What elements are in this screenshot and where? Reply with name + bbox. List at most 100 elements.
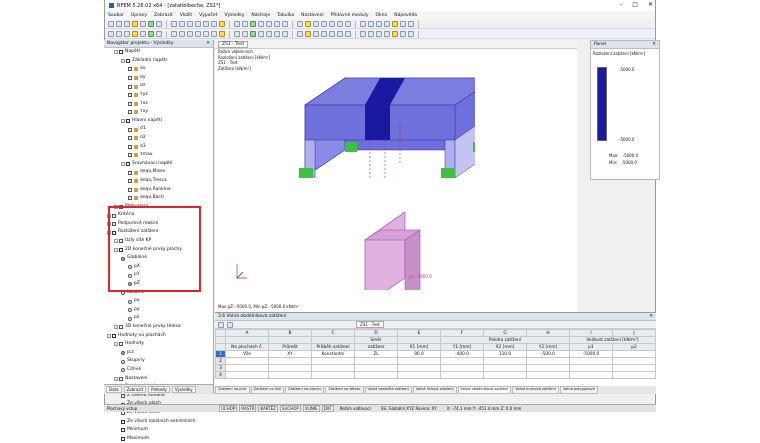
tree-item[interactable]: Ze všech lokálních extrémních [104, 418, 213, 427]
toolbar-button-icon[interactable] [321, 21, 327, 27]
navigator-tab[interactable]: Pohledy [148, 386, 170, 393]
toolbar-button-icon[interactable] [124, 21, 130, 27]
checkbox[interactable] [119, 342, 123, 347]
radio-button[interactable] [121, 359, 125, 364]
table-cell[interactable]: -400.0 [440, 350, 484, 358]
radio-button[interactable] [128, 308, 132, 313]
sheet-tab[interactable]: Volná obdélníková zatížení [457, 386, 512, 394]
checkbox[interactable] [128, 144, 132, 149]
toolbar-button-icon[interactable] [266, 21, 272, 27]
expand-icon[interactable]: – [121, 162, 125, 167]
checkbox[interactable] [128, 93, 132, 98]
tree-item[interactable]: σz [104, 82, 213, 91]
toolbar-button-icon[interactable] [376, 31, 382, 37]
toolbar-button-icon[interactable] [219, 21, 225, 27]
toolbar-button-icon[interactable] [337, 31, 343, 37]
toolbar-button-icon[interactable] [329, 21, 335, 27]
checkbox[interactable] [121, 437, 125, 442]
checkbox[interactable] [128, 84, 132, 89]
toolbar-button-icon[interactable] [132, 31, 138, 37]
toolbar-button-icon[interactable] [408, 31, 414, 37]
status-toggle[interactable]: KARTÉZ [258, 405, 278, 412]
toolbar-button-icon[interactable] [313, 31, 319, 37]
toolbar-button-icon[interactable] [305, 21, 311, 27]
toolbar-button-icon[interactable] [203, 21, 209, 27]
table-cell[interactable] [225, 371, 269, 379]
toolbar-button-icon[interactable] [108, 21, 114, 27]
close-icon[interactable]: ✕ [206, 41, 210, 46]
menu-5[interactable]: Výsledky [224, 13, 244, 18]
minimize-icon[interactable]: – [619, 1, 622, 8]
toolbar-button-icon[interactable] [274, 21, 280, 27]
checkbox[interactable] [128, 67, 132, 72]
status-toggle[interactable]: DXF [321, 405, 334, 412]
checkbox[interactable] [128, 101, 132, 106]
toolbar-button-icon[interactable] [392, 31, 398, 37]
table-cell[interactable] [526, 364, 570, 372]
table-cell[interactable] [225, 357, 269, 365]
radio-button[interactable] [121, 351, 125, 356]
toolbar-button-icon[interactable] [282, 31, 288, 37]
toolbar-button-icon[interactable] [171, 31, 177, 37]
checkbox[interactable] [128, 136, 132, 141]
tree-item[interactable]: τmax [104, 151, 213, 160]
toolbar-button-icon[interactable] [187, 21, 193, 27]
checkbox[interactable] [128, 187, 132, 192]
table-cell[interactable]: -5000.0 [569, 350, 613, 358]
table-cell[interactable] [440, 371, 484, 379]
toolbar-button-icon[interactable] [171, 21, 177, 27]
toolbar-button-icon[interactable] [400, 31, 406, 37]
menu-9[interactable]: Přídavné moduly [331, 13, 369, 18]
navigator-tab[interactable]: Výsledky [171, 386, 196, 393]
table-cell[interactable] [612, 357, 656, 365]
sheet-tab[interactable]: Volná kruhová zatížení [512, 386, 559, 394]
table-cell[interactable] [612, 371, 656, 379]
checkbox[interactable] [112, 333, 116, 338]
sheet-tab[interactable]: Zatížení na linii [250, 386, 285, 394]
checkbox[interactable] [126, 162, 130, 167]
column-letter[interactable]: I [569, 329, 613, 337]
toolbar-button-icon[interactable] [282, 21, 288, 27]
expand-icon[interactable]: – [114, 325, 118, 330]
tree-item[interactable]: σ3 [104, 143, 213, 152]
navigator-tab[interactable]: Zobrazit [123, 386, 147, 393]
toolbar-button-icon[interactable] [313, 21, 319, 27]
expand-icon[interactable]: – [114, 342, 118, 347]
checkbox[interactable] [128, 153, 132, 158]
column-letter[interactable]: B [268, 329, 312, 337]
tree-item[interactable]: – Hodnoty [104, 340, 213, 349]
toolbar-button-icon[interactable] [219, 31, 225, 37]
column-letter[interactable]: F [440, 329, 484, 337]
table-row[interactable]: 3 [215, 364, 656, 372]
toolbar-button-icon[interactable] [297, 31, 303, 37]
table-cell[interactable]: 110.0 [483, 350, 527, 358]
toolbar-button-icon[interactable] [337, 21, 343, 27]
toolbar-button-icon[interactable] [179, 31, 185, 37]
table-cell[interactable] [354, 371, 398, 379]
radio-button[interactable] [121, 368, 125, 373]
toolbar-button-icon[interactable] [250, 31, 256, 37]
table-cell[interactable] [354, 357, 398, 365]
table-cell[interactable] [483, 371, 527, 379]
column-letter[interactable]: D [354, 329, 398, 337]
tree-item[interactable]: – Napětí [104, 48, 213, 57]
toolbar-button-icon[interactable] [345, 31, 351, 37]
expand-icon[interactable]: – [121, 58, 125, 63]
table-cell[interactable] [483, 357, 527, 365]
table-cell[interactable] [268, 357, 312, 365]
expand-icon[interactable]: – [121, 119, 125, 124]
checkbox[interactable] [121, 394, 125, 399]
status-toggle[interactable]: SUCHOP [279, 405, 301, 412]
toolbar-button-icon[interactable] [116, 21, 122, 27]
toolbar-button-icon[interactable] [258, 21, 264, 27]
tree-item[interactable]: σeqv,Tresca [104, 177, 213, 186]
close-icon[interactable]: ✕ [648, 1, 653, 8]
checkbox[interactable] [128, 110, 132, 115]
table-cell[interactable] [569, 364, 613, 372]
status-toggle[interactable]: UCHOP [219, 405, 238, 412]
tree-item[interactable]: σ2 [104, 134, 213, 143]
toolbar-button-icon[interactable] [376, 21, 382, 27]
toolbar-button-icon[interactable] [368, 21, 374, 27]
column-letter[interactable]: C [311, 329, 355, 337]
tree-item[interactable]: σeqv,Bach [104, 194, 213, 203]
